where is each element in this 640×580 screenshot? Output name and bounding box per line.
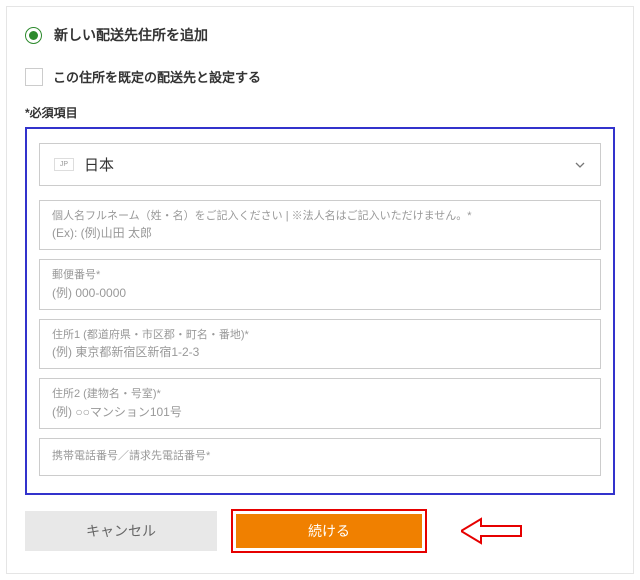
postal-field[interactable]: 郵便番号* (例) 000-0000 xyxy=(39,259,601,309)
phone-field[interactable]: 携帯電話番号／請求先電話番号* xyxy=(39,438,601,476)
form-fields-highlight: JP 日本 個人名フルネーム（姓・名）をご記入ください | ※法人名はご記入いた… xyxy=(25,127,615,495)
cancel-button[interactable]: キャンセル xyxy=(25,511,217,551)
form-header: 新しい配送先住所を追加 xyxy=(25,25,615,45)
fullname-label: 個人名フルネーム（姓・名）をご記入ください | ※法人名はご記入いただけません。… xyxy=(52,209,588,224)
arrow-left-icon xyxy=(461,517,523,545)
address2-hint: (例) ○○マンション101号 xyxy=(52,403,588,421)
default-address-checkbox[interactable] xyxy=(25,68,43,86)
address-form-panel: 新しい配送先住所を追加 この住所を既定の配送先と設定する *必須項目 JP 日本… xyxy=(6,6,634,574)
address1-hint: (例) 東京都新宿区新宿1-2-3 xyxy=(52,343,588,361)
required-fields-note: *必須項目 xyxy=(25,104,615,121)
fullname-hint: (Ex): (例)山田 太郎 xyxy=(52,224,588,242)
radio-selected-icon[interactable] xyxy=(25,27,42,44)
default-address-row: この住所を既定の配送先と設定する xyxy=(25,67,615,86)
country-name: 日本 xyxy=(84,154,564,175)
button-row: キャンセル 続ける xyxy=(25,509,615,553)
address2-label: 住所2 (建物名・号室)* xyxy=(52,387,588,402)
flag-icon: JP xyxy=(54,158,74,171)
form-title: 新しい配送先住所を追加 xyxy=(54,25,208,45)
chevron-down-icon xyxy=(574,159,586,171)
continue-button-label: 続ける xyxy=(308,521,350,541)
continue-button-highlight: 続ける xyxy=(231,509,427,553)
country-select[interactable]: JP 日本 xyxy=(39,143,601,186)
default-address-label: この住所を既定の配送先と設定する xyxy=(53,67,261,86)
address2-field[interactable]: 住所2 (建物名・号室)* (例) ○○マンション101号 xyxy=(39,378,601,428)
address1-label: 住所1 (都道府県・市区郡・町名・番地)* xyxy=(52,328,588,343)
continue-button[interactable]: 続ける xyxy=(236,514,422,548)
phone-label: 携帯電話番号／請求先電話番号* xyxy=(52,449,588,464)
fullname-field[interactable]: 個人名フルネーム（姓・名）をご記入ください | ※法人名はご記入いただけません。… xyxy=(39,200,601,250)
postal-hint: (例) 000-0000 xyxy=(52,284,588,302)
postal-label: 郵便番号* xyxy=(52,268,588,283)
address1-field[interactable]: 住所1 (都道府県・市区郡・町名・番地)* (例) 東京都新宿区新宿1-2-3 xyxy=(39,319,601,369)
cancel-button-label: キャンセル xyxy=(86,521,156,541)
